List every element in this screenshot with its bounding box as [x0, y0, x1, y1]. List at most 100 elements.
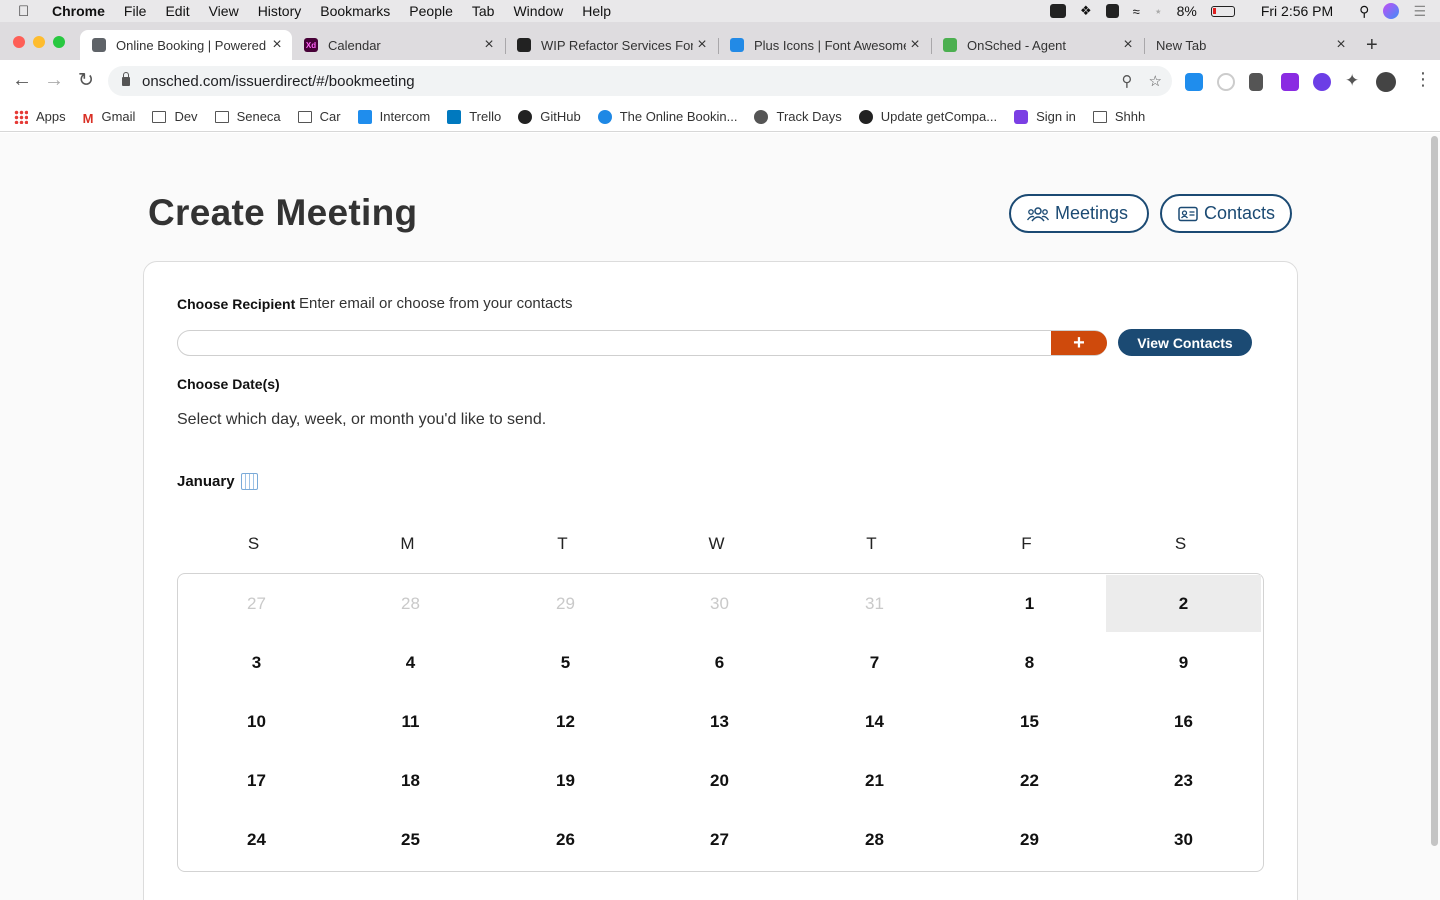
bookmark-update-getcompa[interactable]: Update getCompa...	[858, 109, 997, 124]
contacts-button[interactable]: Contacts	[1160, 194, 1292, 233]
calendar-icon[interactable]	[240, 473, 258, 490]
calendar-day[interactable]: 27	[179, 575, 334, 632]
apple-icon[interactable]: 	[18, 3, 38, 20]
calendar-day[interactable]: 5	[488, 634, 643, 691]
address-bar[interactable]: onsched.com/issuerdirect/#/bookmeeting ⚲…	[108, 66, 1172, 96]
url-text[interactable]: onsched.com/issuerdirect/#/bookmeeting	[142, 73, 415, 90]
zoom-icon[interactable]: ⚲	[1122, 72, 1133, 90]
menu-window[interactable]: Window	[513, 3, 563, 19]
close-tab-icon[interactable]: ×	[693, 36, 711, 54]
close-window-icon[interactable]	[13, 36, 25, 48]
close-tab-icon[interactable]: ×	[1119, 36, 1137, 54]
extension-circle-icon[interactable]	[1217, 73, 1235, 91]
menu-people[interactable]: People	[409, 3, 453, 19]
calendar-day[interactable]: 6	[642, 634, 797, 691]
spotlight-search-icon[interactable]: ⚲	[1359, 3, 1369, 20]
calendar-day[interactable]: 3	[179, 634, 334, 691]
tab-calendar[interactable]: Xd Calendar ×	[292, 30, 504, 60]
bluetooth-icon[interactable]: ⋆	[1154, 3, 1163, 20]
clock[interactable]: Fri 2:56 PM	[1261, 3, 1333, 19]
calendar-day[interactable]: 21	[797, 752, 952, 809]
siri-icon[interactable]	[1383, 3, 1400, 19]
calendar-day[interactable]: 14	[797, 693, 952, 750]
bookmark-shhh[interactable]: Shhh	[1092, 109, 1145, 124]
calendar-day[interactable]: 31	[797, 575, 952, 632]
calendar-day[interactable]: 1	[952, 575, 1107, 632]
calendar-day[interactable]: 24	[179, 811, 334, 868]
calendar-day[interactable]: 16	[1106, 693, 1261, 750]
profile-avatar-icon[interactable]	[1376, 72, 1396, 92]
bookmark-trello[interactable]: Trello	[447, 109, 501, 124]
calendar-day[interactable]: 30	[642, 575, 797, 632]
new-tab-plus-icon[interactable]: +	[1366, 34, 1378, 57]
meetings-button[interactable]: Meetings	[1009, 194, 1149, 233]
extension-intercom-icon[interactable]	[1185, 73, 1203, 91]
bookmark-star-icon[interactable]: ☆	[1149, 72, 1162, 90]
close-tab-icon[interactable]: ×	[268, 36, 286, 54]
menu-tab[interactable]: Tab	[472, 3, 495, 19]
menu-help[interactable]: Help	[582, 3, 611, 19]
page-scrollbar[interactable]	[1431, 136, 1438, 846]
notification-center-icon[interactable]: ☰	[1413, 3, 1426, 20]
dropbox-icon[interactable]: ❖	[1080, 3, 1092, 19]
menu-history[interactable]: History	[258, 3, 302, 19]
tab-font-awesome[interactable]: Plus Icons | Font Awesome ×	[718, 30, 930, 60]
bitwarden-icon[interactable]	[1105, 4, 1119, 18]
calendar-day[interactable]: 28	[797, 811, 952, 868]
camera-icon[interactable]	[1050, 4, 1067, 18]
calendar-day[interactable]: 19	[488, 752, 643, 809]
bookmark-online-booking[interactable]: The Online Bookin...	[597, 109, 737, 124]
close-tab-icon[interactable]: ×	[480, 36, 498, 54]
month-selector[interactable]: January	[177, 473, 258, 490]
bookmark-intercom[interactable]: Intercom	[357, 109, 430, 124]
tab-new-tab[interactable]: New Tab ×	[1144, 30, 1356, 60]
calendar-day[interactable]: 28	[333, 575, 488, 632]
close-tab-icon[interactable]: ×	[906, 36, 924, 54]
menu-file[interactable]: File	[124, 3, 147, 19]
bookmark-github[interactable]: GitHub	[518, 109, 581, 124]
calendar-day[interactable]: 11	[333, 693, 488, 750]
extension-shield-icon[interactable]	[1249, 73, 1263, 91]
menu-bookmarks[interactable]: Bookmarks	[320, 3, 390, 19]
calendar-day[interactable]: 15	[952, 693, 1107, 750]
view-contacts-button[interactable]: View Contacts	[1118, 329, 1252, 356]
extensions-puzzle-icon[interactable]: ✦	[1345, 71, 1359, 91]
wifi-icon[interactable]: ≈	[1133, 4, 1140, 19]
extension-v-icon[interactable]	[1281, 73, 1299, 91]
calendar-day[interactable]: 4	[333, 634, 488, 691]
close-tab-icon[interactable]: ×	[1332, 36, 1350, 54]
calendar-day[interactable]: 22	[952, 752, 1107, 809]
bookmark-seneca[interactable]: Seneca	[214, 109, 281, 124]
calendar-day[interactable]: 23	[1106, 752, 1261, 809]
calendar-day[interactable]: 13	[642, 693, 797, 750]
maximize-window-icon[interactable]	[53, 36, 65, 48]
calendar-day[interactable]: 8	[952, 634, 1107, 691]
forward-arrow-icon[interactable]: →	[44, 69, 64, 92]
calendar-day[interactable]: 29	[952, 811, 1107, 868]
calendar-day[interactable]: 2	[1106, 575, 1261, 632]
bookmark-gmail[interactable]: M Gmail	[83, 109, 136, 126]
bookmark-car[interactable]: Car	[297, 109, 341, 124]
calendar-day[interactable]: 12	[488, 693, 643, 750]
back-arrow-icon[interactable]: ←	[12, 69, 32, 92]
calendar-day[interactable]: 27	[642, 811, 797, 868]
calendar-day[interactable]: 17	[179, 752, 334, 809]
bookmark-apps[interactable]: Apps	[14, 109, 66, 124]
menu-chrome[interactable]: Chrome	[52, 3, 105, 19]
calendar-day[interactable]: 26	[488, 811, 643, 868]
calendar-day[interactable]: 20	[642, 752, 797, 809]
bookmark-track-days[interactable]: Track Days	[754, 109, 842, 124]
calendar-day[interactable]: 18	[333, 752, 488, 809]
battery-icon[interactable]	[1210, 5, 1235, 17]
menu-view[interactable]: View	[209, 3, 239, 19]
extension-compass-icon[interactable]	[1313, 73, 1331, 91]
more-menu-icon[interactable]: ⋮	[1414, 69, 1432, 90]
bookmark-dev[interactable]: Dev	[152, 109, 198, 124]
minimize-window-icon[interactable]	[33, 36, 45, 48]
menu-edit[interactable]: Edit	[165, 3, 189, 19]
calendar-day[interactable]: 9	[1106, 634, 1261, 691]
reload-icon[interactable]: ↻	[78, 69, 94, 92]
tab-wip-refactor[interactable]: WIP Refactor Services For ×	[505, 30, 717, 60]
calendar-day[interactable]: 25	[333, 811, 488, 868]
bookmark-sign-in[interactable]: Sign in	[1014, 109, 1076, 124]
